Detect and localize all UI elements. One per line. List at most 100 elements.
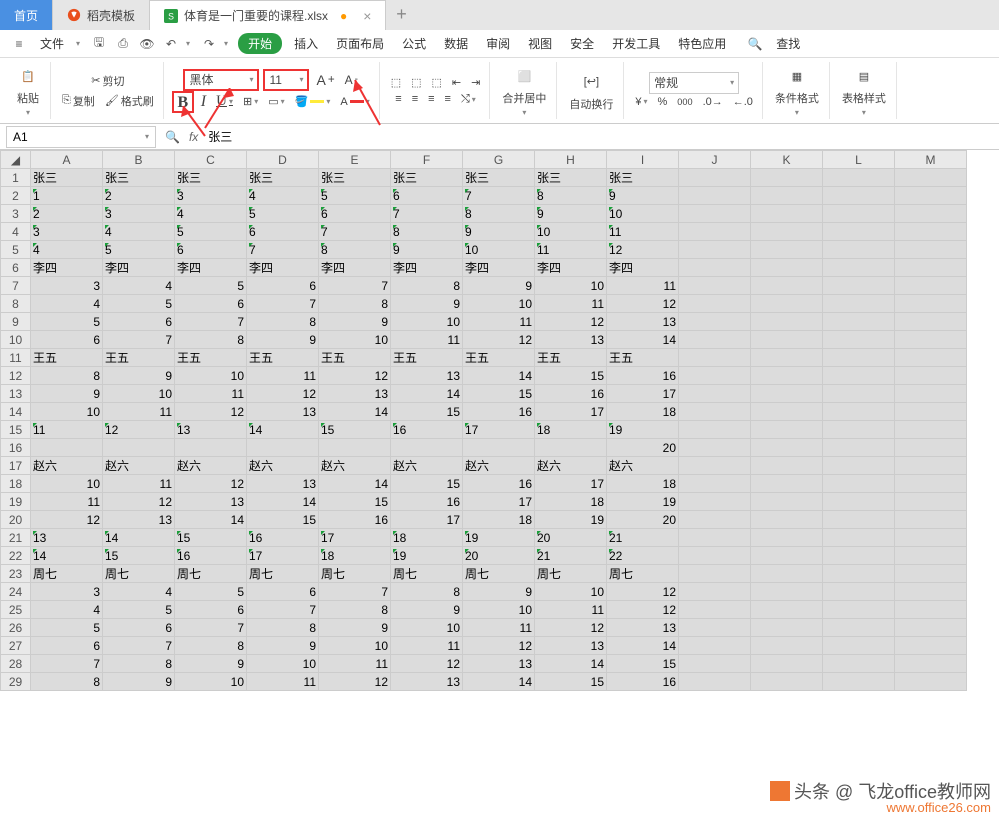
cell[interactable]: 7 bbox=[319, 277, 391, 295]
cell[interactable]: 14 bbox=[247, 493, 319, 511]
cell[interactable] bbox=[895, 241, 967, 259]
cell[interactable]: 13 bbox=[247, 475, 319, 493]
cell[interactable] bbox=[895, 205, 967, 223]
cell[interactable] bbox=[823, 601, 895, 619]
cell[interactable]: 11 bbox=[103, 403, 175, 421]
cell[interactable] bbox=[751, 637, 823, 655]
cell[interactable]: 13 bbox=[607, 619, 679, 637]
cell[interactable]: 16 bbox=[463, 475, 535, 493]
cell[interactable]: 21 bbox=[607, 529, 679, 547]
cell[interactable] bbox=[751, 223, 823, 241]
cell[interactable]: 4 bbox=[31, 601, 103, 619]
cell[interactable]: 17 bbox=[463, 493, 535, 511]
cell[interactable]: 5 bbox=[31, 619, 103, 637]
redo-icon[interactable]: ↷ bbox=[200, 35, 218, 53]
row-header[interactable]: 1 bbox=[1, 169, 31, 187]
cell[interactable] bbox=[751, 385, 823, 403]
cell[interactable]: 赵六 bbox=[175, 457, 247, 475]
cell[interactable]: 7 bbox=[31, 655, 103, 673]
row-header[interactable]: 20 bbox=[1, 511, 31, 529]
row-header[interactable]: 2 bbox=[1, 187, 31, 205]
row-header[interactable]: 25 bbox=[1, 601, 31, 619]
formula-value[interactable]: 张三 bbox=[204, 128, 236, 145]
menu-insert[interactable]: 插入 bbox=[288, 32, 324, 55]
cell[interactable]: 15 bbox=[103, 547, 175, 565]
cell[interactable]: 6 bbox=[175, 241, 247, 259]
cell[interactable] bbox=[823, 439, 895, 457]
cell[interactable]: 10 bbox=[175, 673, 247, 691]
cell[interactable]: 12 bbox=[175, 403, 247, 421]
cell[interactable] bbox=[895, 349, 967, 367]
cell[interactable]: 18 bbox=[607, 403, 679, 421]
cell[interactable]: 20 bbox=[463, 547, 535, 565]
cell[interactable]: 周七 bbox=[463, 565, 535, 583]
cell[interactable]: 12 bbox=[535, 313, 607, 331]
cell[interactable] bbox=[751, 601, 823, 619]
cell[interactable]: 12 bbox=[103, 493, 175, 511]
cell[interactable]: 5 bbox=[175, 277, 247, 295]
cell[interactable]: 15 bbox=[319, 493, 391, 511]
cell[interactable]: 9 bbox=[247, 637, 319, 655]
menu-search[interactable]: 查找 bbox=[770, 32, 806, 55]
row-header[interactable]: 17 bbox=[1, 457, 31, 475]
cell[interactable] bbox=[895, 529, 967, 547]
cell[interactable] bbox=[823, 655, 895, 673]
cell[interactable] bbox=[175, 439, 247, 457]
paste-button[interactable]: 📋 粘贴▾ bbox=[12, 64, 44, 117]
increase-font-button[interactable]: A+ bbox=[313, 70, 337, 90]
cell[interactable] bbox=[895, 385, 967, 403]
cell[interactable] bbox=[823, 331, 895, 349]
fx-icon[interactable]: fx bbox=[189, 130, 198, 144]
cell[interactable]: 14 bbox=[391, 385, 463, 403]
cell[interactable]: 5 bbox=[31, 313, 103, 331]
cell[interactable]: 5 bbox=[175, 583, 247, 601]
cell[interactable] bbox=[679, 529, 751, 547]
cell[interactable]: 5 bbox=[319, 187, 391, 205]
col-header[interactable]: I bbox=[607, 151, 679, 169]
menu-dev[interactable]: 开发工具 bbox=[606, 32, 666, 55]
cell[interactable]: 13 bbox=[175, 421, 247, 439]
cell[interactable] bbox=[895, 583, 967, 601]
cell[interactable]: 19 bbox=[607, 421, 679, 439]
cell[interactable] bbox=[319, 439, 391, 457]
cell[interactable] bbox=[823, 403, 895, 421]
cell[interactable] bbox=[751, 187, 823, 205]
cell[interactable]: 李四 bbox=[607, 259, 679, 277]
cell[interactable] bbox=[823, 457, 895, 475]
cell[interactable]: 李四 bbox=[31, 259, 103, 277]
cell[interactable] bbox=[463, 439, 535, 457]
cell[interactable]: 8 bbox=[247, 619, 319, 637]
cell[interactable] bbox=[751, 295, 823, 313]
row-header[interactable]: 6 bbox=[1, 259, 31, 277]
align-bottom[interactable]: ⬚ bbox=[429, 74, 445, 91]
cell[interactable]: 18 bbox=[535, 421, 607, 439]
row-header[interactable]: 8 bbox=[1, 295, 31, 313]
cell[interactable]: 7 bbox=[247, 295, 319, 313]
cell[interactable]: 20 bbox=[607, 511, 679, 529]
cell[interactable]: 王五 bbox=[535, 349, 607, 367]
cell[interactable]: 周七 bbox=[535, 565, 607, 583]
cell[interactable]: 8 bbox=[175, 331, 247, 349]
cell[interactable]: 7 bbox=[247, 241, 319, 259]
cell[interactable]: 12 bbox=[463, 331, 535, 349]
cell[interactable]: 5 bbox=[247, 205, 319, 223]
cell[interactable] bbox=[895, 457, 967, 475]
cell[interactable]: 3 bbox=[31, 277, 103, 295]
cell[interactable] bbox=[679, 601, 751, 619]
percent-button[interactable]: % bbox=[655, 94, 671, 110]
cell[interactable]: 9 bbox=[319, 619, 391, 637]
fill-color-button[interactable]: 🪣▾ bbox=[292, 93, 334, 110]
cell[interactable] bbox=[751, 169, 823, 187]
cell[interactable]: 13 bbox=[175, 493, 247, 511]
cell[interactable]: 12 bbox=[319, 673, 391, 691]
align-center[interactable]: ≡ bbox=[409, 91, 421, 107]
cell[interactable] bbox=[823, 637, 895, 655]
align-right[interactable]: ≡ bbox=[425, 91, 437, 107]
menu-file[interactable]: 文件 bbox=[34, 32, 70, 55]
cell[interactable] bbox=[247, 439, 319, 457]
cell[interactable]: 12 bbox=[175, 475, 247, 493]
cell[interactable]: 10 bbox=[535, 583, 607, 601]
cell[interactable]: 3 bbox=[175, 187, 247, 205]
cell[interactable]: 2 bbox=[31, 205, 103, 223]
cell[interactable]: 17 bbox=[319, 529, 391, 547]
